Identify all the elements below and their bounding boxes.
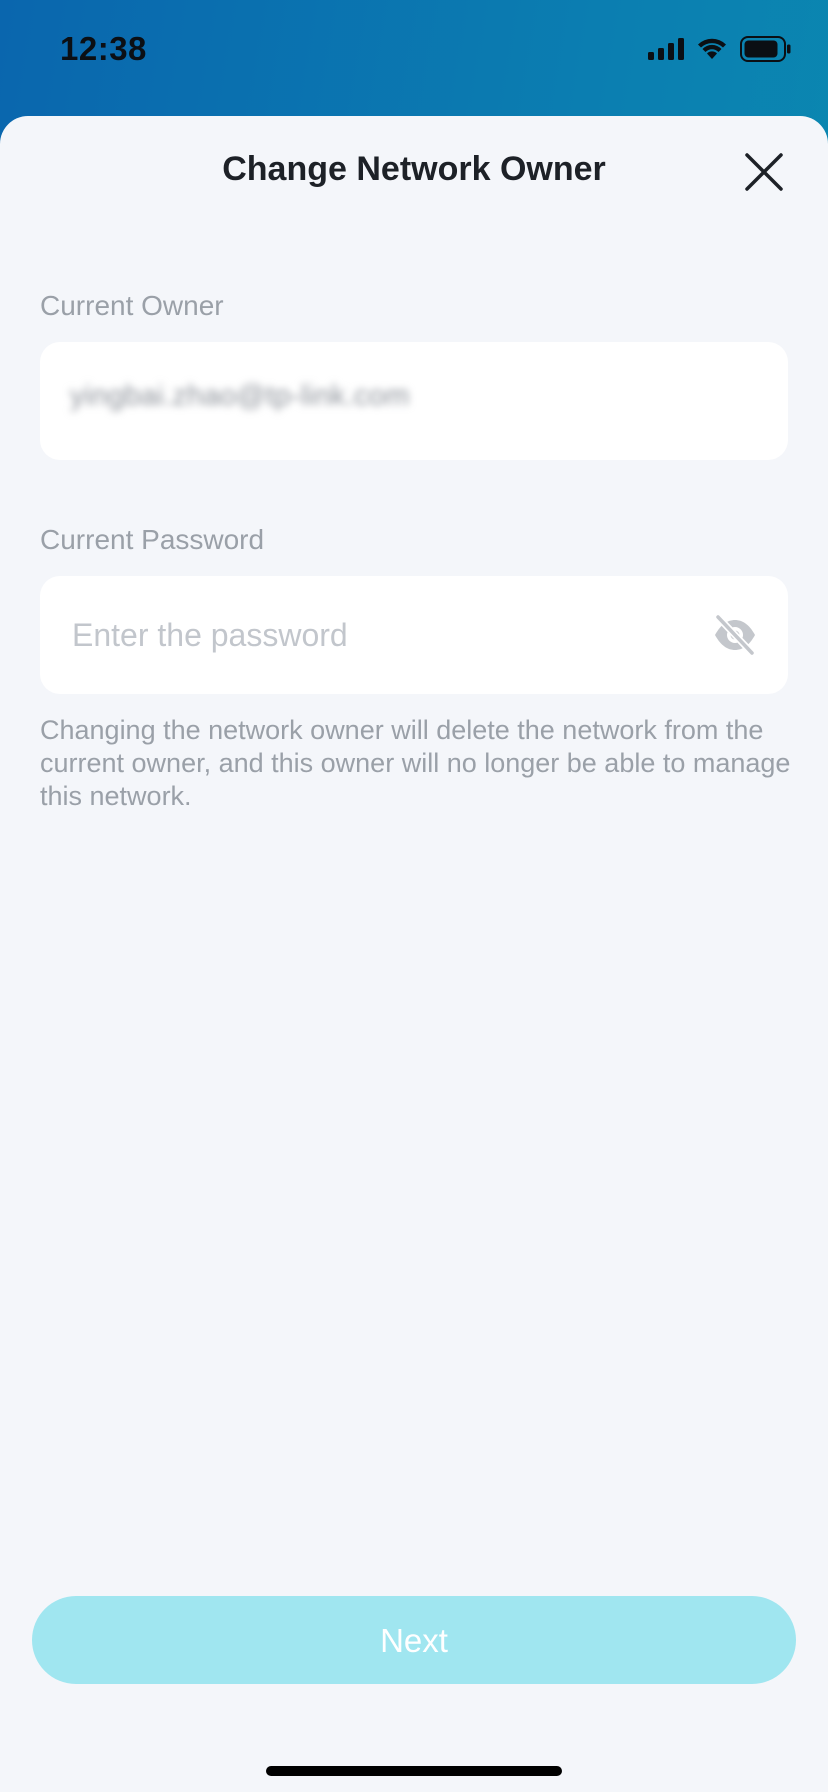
current-owner-field: yingbai.zhao@tp-link.com bbox=[40, 342, 788, 460]
status-time: 12:38 bbox=[60, 30, 147, 67]
status-icons bbox=[648, 36, 792, 67]
next-button[interactable]: Next bbox=[32, 1596, 796, 1684]
owner-change-warning-text: Changing the network owner will delete t… bbox=[40, 715, 791, 811]
status-bar: 12:38 bbox=[0, 0, 828, 110]
battery-icon bbox=[740, 36, 792, 67]
eye-off-icon bbox=[714, 613, 756, 657]
close-button[interactable] bbox=[740, 148, 788, 196]
current-password-field bbox=[40, 576, 788, 694]
change-owner-sheet: Change Network Owner Current Owner yingb… bbox=[0, 116, 828, 1792]
password-input[interactable] bbox=[72, 576, 692, 694]
current-owner-value: yingbai.zhao@tp-link.com bbox=[70, 380, 410, 412]
wifi-icon bbox=[696, 37, 728, 66]
toggle-password-visibility-button[interactable] bbox=[712, 613, 758, 657]
close-icon bbox=[745, 153, 783, 191]
current-owner-label: Current Owner bbox=[40, 290, 224, 321]
cellular-signal-icon bbox=[648, 38, 684, 65]
current-password-label: Current Password bbox=[40, 524, 265, 555]
home-indicator bbox=[266, 1766, 562, 1776]
sheet-title: Change Network Owner bbox=[222, 150, 606, 188]
